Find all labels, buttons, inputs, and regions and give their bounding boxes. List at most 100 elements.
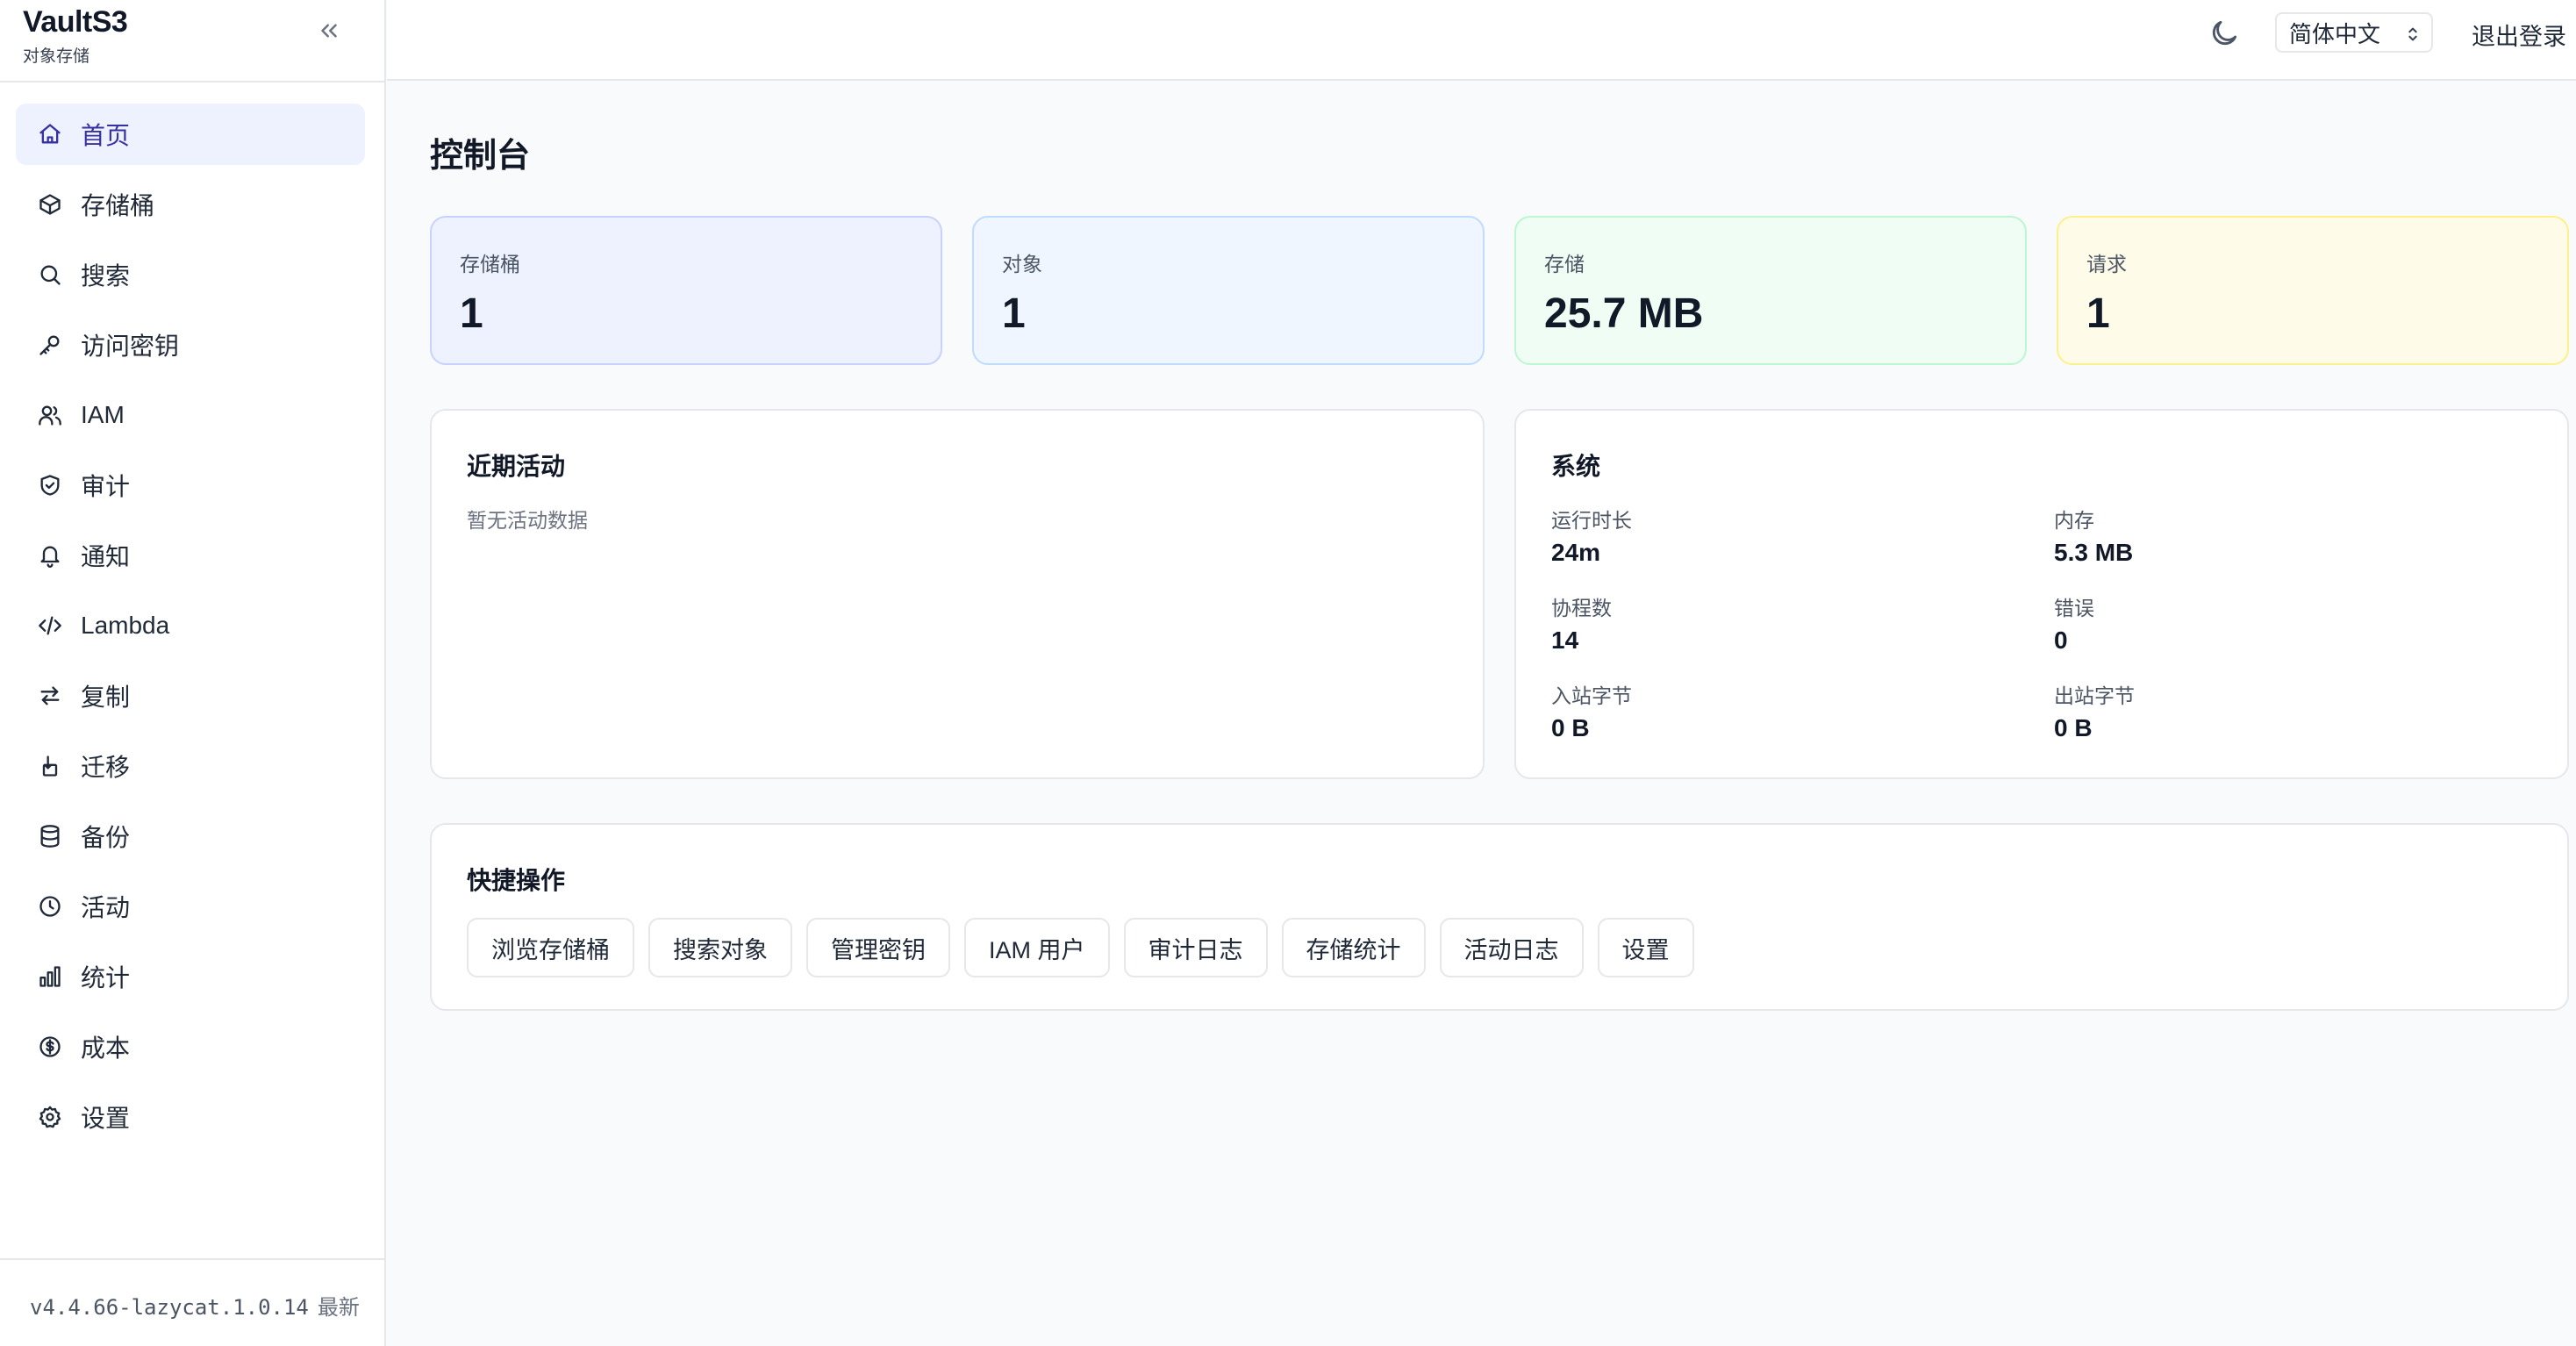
system-stat-label: 运行时长: [1551, 509, 1632, 532]
sidebar-header-divider: [0, 81, 386, 82]
system-stat-label: 出站字节: [2054, 684, 2135, 707]
sidebar-item-label: 备份: [81, 824, 131, 851]
iam-users-button[interactable]: IAM 用户: [964, 918, 1110, 977]
manage-keys-button[interactable]: 管理密钥: [806, 918, 950, 977]
sidebar-item-access-keys[interactable]: 访问密钥: [16, 314, 365, 376]
sidebar: VaultS3 对象存储 首页 存储桶 搜索 访问密钥 IAM 审计 通知 La…: [0, 0, 386, 1346]
stat-card-requests[interactable]: 请求 1: [2057, 216, 2569, 365]
system-stat-value: 14: [1551, 626, 1579, 654]
panel-title: 系统: [1551, 453, 1601, 480]
sidebar-item-buckets[interactable]: 存储桶: [16, 174, 365, 235]
sidebar-item-search[interactable]: 搜索: [16, 244, 365, 305]
shield-check-icon: [37, 472, 63, 498]
sidebar-item-lambda[interactable]: Lambda: [16, 595, 365, 656]
settings-button[interactable]: 设置: [1597, 918, 1694, 977]
language-select[interactable]: 简体中文: [2275, 12, 2433, 53]
sidebar-item-label: 活动: [81, 894, 131, 921]
system-stat-goroutines: 协程数 14: [1551, 591, 1612, 655]
panel-title: 快捷操作: [467, 867, 566, 894]
app-root: VaultS3 对象存储 首页 存储桶 搜索 访问密钥 IAM 审计 通知 La…: [0, 0, 2576, 1346]
home-icon: [37, 121, 63, 147]
sidebar-item-iam[interactable]: IAM: [16, 384, 365, 446]
system-stat-value: 0: [2054, 626, 2068, 654]
browse-buckets-button[interactable]: 浏览存储桶: [467, 918, 634, 977]
sidebar-item-label: 通知: [81, 543, 131, 570]
database-icon: [37, 823, 63, 849]
theme-toggle-button[interactable]: [2205, 14, 2243, 53]
sidebar-item-notifications[interactable]: 通知: [16, 525, 365, 586]
system-stat-value: 0 B: [1551, 714, 1590, 741]
search-objects-button[interactable]: 搜索对象: [648, 918, 792, 977]
version-number: v4.4.66-lazycat.1.0.14: [30, 1295, 309, 1320]
sidebar-item-label: 迁移: [81, 754, 131, 781]
sidebar-item-label: 成本: [81, 1035, 131, 1062]
sidebar-item-home[interactable]: 首页: [16, 104, 365, 165]
stat-label: 存储: [1544, 253, 1585, 276]
recent-activity-panel: 近期活动 暂无活动数据: [430, 409, 1485, 779]
sidebar-item-audit[interactable]: 审计: [16, 455, 365, 516]
version-status: 最新: [317, 1296, 360, 1320]
system-stat-memory: 内存 5.3 MB: [2054, 504, 2133, 567]
system-stat-value: 0 B: [2054, 714, 2093, 741]
sidebar-item-backup[interactable]: 备份: [16, 805, 365, 867]
stat-value: 1: [2086, 290, 2110, 337]
chevrons-left-icon: [321, 24, 337, 38]
gear-icon: [37, 1104, 63, 1130]
users-icon: [37, 402, 63, 428]
stat-label: 请求: [2086, 253, 2127, 276]
activity-log-button[interactable]: 活动日志: [1439, 918, 1584, 977]
version-info: v4.4.66-lazycat.1.0.14 最新: [30, 1290, 360, 1321]
brand: VaultS3 对象存储: [23, 5, 128, 67]
dollar-circle-icon: [37, 1034, 63, 1060]
sidebar-item-settings[interactable]: 设置: [16, 1086, 365, 1148]
sidebar-item-label: Lambda: [81, 612, 170, 639]
stat-label: 存储桶: [460, 253, 520, 276]
language-select-value: 简体中文: [2289, 20, 2381, 47]
system-stat-label: 协程数: [1551, 597, 1612, 619]
search-icon: [37, 261, 63, 288]
stat-value: 1: [460, 290, 483, 337]
code-icon: [37, 612, 63, 639]
sidebar-item-label: 设置: [81, 1105, 131, 1132]
stat-value: 1: [1002, 290, 1026, 337]
sidebar-nav: 首页 存储桶 搜索 访问密钥 IAM 审计 通知 Lambda 复制 迁移 备份…: [16, 104, 365, 1156]
sidebar-item-label: 搜索: [81, 262, 131, 290]
audit-log-button[interactable]: 审计日志: [1123, 918, 1268, 977]
sidebar-item-cost[interactable]: 成本: [16, 1016, 365, 1078]
empty-state-text: 暂无活动数据: [467, 509, 588, 532]
system-panel: 系统 运行时长 24m 内存 5.3 MB 协程数 14 错误 0 入站字节 0…: [1514, 409, 2569, 779]
page-title: 控制台: [430, 138, 531, 175]
brand-name: VaultS3: [23, 5, 128, 39]
sidebar-item-label: 存储桶: [81, 192, 155, 219]
sidebar-item-label: 审计: [81, 473, 131, 500]
sidebar-item-label: 统计: [81, 964, 131, 992]
stat-card-buckets[interactable]: 存储桶 1: [430, 216, 942, 365]
sidebar-item-stats[interactable]: 统计: [16, 946, 365, 1007]
migrate-icon: [37, 753, 63, 779]
bar-chart-icon: [37, 963, 63, 990]
moon-icon: [2212, 20, 2237, 46]
stat-label: 对象: [1002, 253, 1042, 276]
stat-value: 25.7 MB: [1544, 290, 1704, 337]
clock-icon: [37, 893, 63, 920]
stat-card-objects[interactable]: 对象 1: [972, 216, 1485, 365]
storage-stats-button[interactable]: 存储统计: [1281, 918, 1426, 977]
sidebar-item-replication[interactable]: 复制: [16, 665, 365, 727]
sidebar-item-label: IAM: [81, 401, 125, 428]
system-stat-label: 内存: [2054, 509, 2094, 532]
logout-button[interactable]: 退出登录: [2472, 18, 2566, 52]
system-stat-value: 24m: [1551, 539, 1601, 566]
box-icon: [37, 191, 63, 218]
collapse-sidebar-button[interactable]: [312, 14, 346, 47]
panel-title: 近期活动: [467, 453, 566, 480]
system-stat-errors: 错误 0: [2054, 591, 2094, 655]
quick-actions-list: 浏览存储桶 搜索对象 管理密钥 IAM 用户 审计日志 存储统计 活动日志 设置: [467, 918, 1694, 977]
sidebar-footer-divider: [0, 1258, 386, 1260]
sidebar-item-activity[interactable]: 活动: [16, 876, 365, 937]
bell-icon: [37, 542, 63, 569]
sidebar-item-migration[interactable]: 迁移: [16, 735, 365, 797]
sidebar-item-label: 访问密钥: [81, 333, 180, 360]
stat-card-storage[interactable]: 存储 25.7 MB: [1514, 216, 2027, 365]
quick-actions-panel: 快捷操作 浏览存储桶 搜索对象 管理密钥 IAM 用户 审计日志 存储统计 活动…: [430, 823, 2569, 1011]
sidebar-item-label: 首页: [81, 122, 131, 149]
